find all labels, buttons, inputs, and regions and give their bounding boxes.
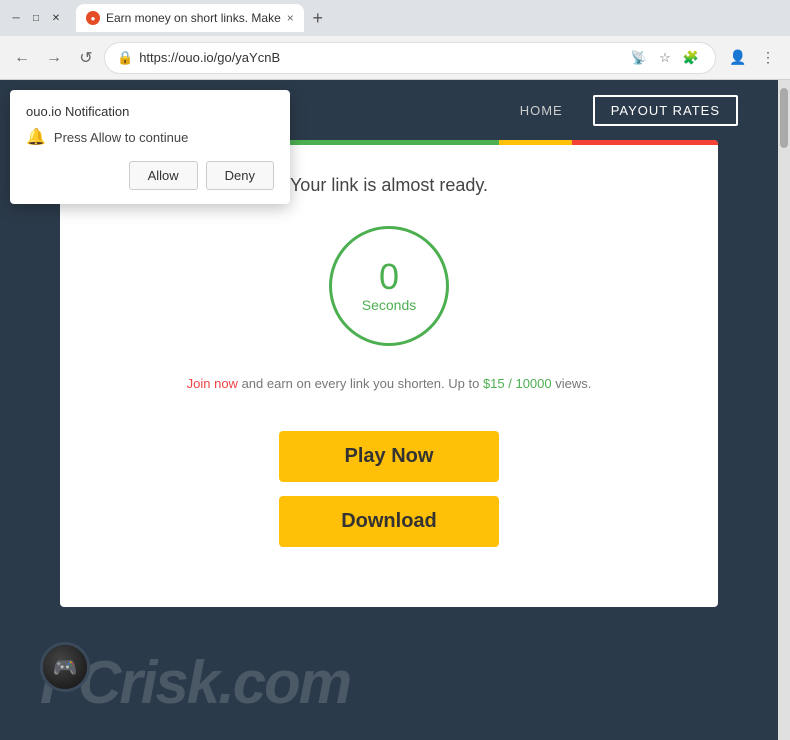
new-tab-button[interactable]: +	[304, 4, 332, 32]
pcrisk-avatar: 🎮	[43, 645, 87, 689]
notification-message: 🔔 Press Allow to continue	[26, 127, 274, 147]
browser-frame: ─ □ ✕ ● Earn money on short links. Make …	[0, 0, 790, 740]
address-bar: ← → ↺ 🔒 https://ouo.io/go/yaYcnB 📡 ☆ 🧩 👤…	[0, 36, 790, 80]
timer-label: Seconds	[362, 297, 416, 313]
page-content: ouo.io Notification 🔔 Press Allow to con…	[0, 80, 778, 740]
notification-buttons: Allow Deny	[26, 161, 274, 190]
play-now-button[interactable]: Play Now	[279, 431, 499, 482]
tab-title: Earn money on short links. Make	[106, 11, 281, 25]
url-text: https://ouo.io/go/yaYcnB	[139, 50, 621, 65]
nav-home-link[interactable]: HOME	[520, 103, 563, 118]
join-after-text: views.	[552, 376, 592, 391]
nav-payout-link[interactable]: PAYOUT RATES	[593, 95, 738, 126]
back-button[interactable]: ←	[8, 44, 36, 72]
join-middle-text: and earn on every link you shorten. Up t…	[238, 376, 483, 391]
pcrisk-area: 🎮 PCrisk.com	[0, 627, 778, 707]
timer-number: 0	[379, 259, 399, 295]
join-now-link[interactable]: Join now	[187, 376, 238, 391]
menu-button[interactable]: ⋮	[754, 44, 782, 72]
maximize-button[interactable]: □	[28, 10, 44, 26]
window-controls: ─ □ ✕	[8, 10, 64, 26]
active-tab[interactable]: ● Earn money on short links. Make ×	[76, 4, 304, 32]
bookmark-icon[interactable]: ☆	[653, 46, 677, 70]
scrollbar-thumb[interactable]	[780, 88, 788, 148]
rate-link[interactable]: $15 / 10000	[483, 376, 552, 391]
close-button[interactable]: ✕	[48, 10, 64, 26]
bell-icon: 🔔	[26, 127, 46, 147]
deny-button[interactable]: Deny	[206, 161, 274, 190]
url-bar[interactable]: 🔒 https://ouo.io/go/yaYcnB 📡 ☆ 🧩	[104, 42, 716, 74]
refresh-button[interactable]: ↺	[72, 44, 100, 72]
tab-favicon: ●	[86, 11, 100, 25]
scrollbar[interactable]	[778, 80, 790, 740]
ready-text: Your link is almost ready.	[290, 175, 488, 196]
notification-popup: ouo.io Notification 🔔 Press Allow to con…	[10, 90, 290, 204]
page-area: ouo.io Notification 🔔 Press Allow to con…	[0, 80, 790, 740]
pcrisk-icon: 🎮	[40, 642, 90, 692]
allow-button[interactable]: Allow	[129, 161, 198, 190]
cast-icon[interactable]: 📡	[627, 46, 651, 70]
card-content: Your link is almost ready. 0 Seconds Joi…	[60, 145, 718, 577]
title-bar: ─ □ ✕ ● Earn money on short links. Make …	[0, 0, 790, 36]
tab-bar: ● Earn money on short links. Make × +	[76, 4, 782, 32]
download-button[interactable]: Download	[279, 496, 499, 547]
url-actions: 📡 ☆ 🧩	[627, 46, 703, 70]
main-card: Your link is almost ready. 0 Seconds Joi…	[60, 140, 718, 607]
timer-circle: 0 Seconds	[329, 226, 449, 346]
browser-actions: 👤 ⋮	[724, 44, 782, 72]
extension-icon[interactable]: 🧩	[679, 46, 703, 70]
notification-title: ouo.io Notification	[26, 104, 274, 119]
forward-button[interactable]: →	[40, 44, 68, 72]
minimize-button[interactable]: ─	[8, 10, 24, 26]
tab-close-icon[interactable]: ×	[287, 11, 294, 25]
progress-red	[572, 140, 718, 145]
progress-yellow	[499, 140, 572, 145]
join-text: Join now and earn on every link you shor…	[187, 376, 592, 391]
security-lock-icon: 🔒	[117, 50, 133, 66]
profile-button[interactable]: 👤	[724, 44, 752, 72]
notification-text: Press Allow to continue	[54, 130, 188, 145]
